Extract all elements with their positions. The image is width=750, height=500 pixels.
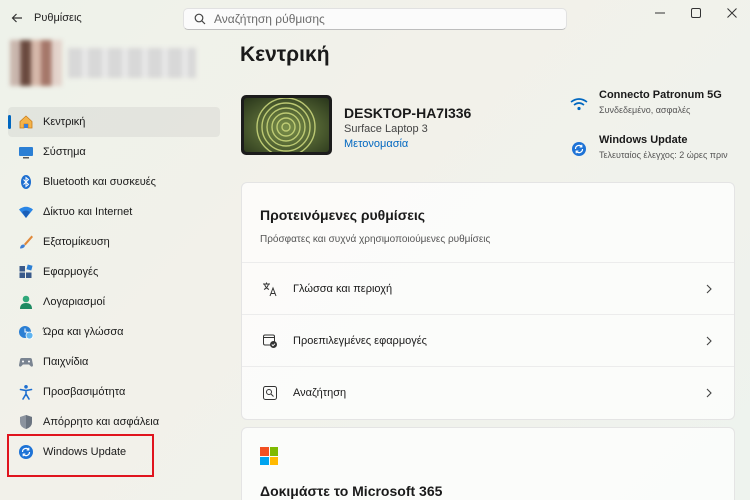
sidebar-item-label: Παιχνίδια — [43, 356, 89, 368]
rename-link[interactable]: Μετονομασία — [344, 138, 408, 150]
profile-info-blurred — [68, 48, 196, 78]
sidebar-item-home[interactable]: Κεντρική — [8, 107, 220, 137]
update-title: Windows Update — [599, 134, 688, 146]
user-profile[interactable] — [10, 40, 196, 86]
sidebar-item-label: Εξατομίκευση — [43, 236, 110, 248]
language-icon — [262, 281, 278, 297]
default-apps-row[interactable]: Προεπιλεγμένες εφαρμογές — [242, 315, 734, 367]
sidebar-item-label: Εφαρμογές — [43, 266, 99, 278]
network-icon — [17, 203, 35, 221]
minimize-icon — [655, 12, 665, 14]
sidebar-item-system[interactable]: Σύστημα — [8, 137, 220, 167]
search-box[interactable] — [183, 8, 567, 30]
title-bar: Ρυθμίσεις — [0, 0, 750, 36]
page-title: Κεντρική — [240, 43, 330, 66]
back-button[interactable] — [8, 9, 26, 27]
home-icon — [17, 113, 35, 131]
sidebar-item-accounts[interactable]: Λογαριασμοί — [8, 287, 220, 317]
row-label: Αναζήτηση — [293, 387, 347, 399]
device-model: Surface Laptop 3 — [344, 123, 428, 135]
close-icon — [727, 8, 737, 18]
sidebar-item-gaming[interactable]: Παιχνίδια — [8, 347, 220, 377]
system-icon — [17, 143, 35, 161]
card-title: Προτεινόμενες ρυθμίσεις — [260, 207, 426, 223]
sidebar-item-accessibility[interactable]: Προσβασιμότητα — [8, 377, 220, 407]
chevron-right-icon — [704, 334, 714, 348]
sidebar-item-bluetooth[interactable]: Bluetooth και συσκευές — [8, 167, 220, 197]
device-thumbnail — [241, 95, 332, 155]
sidebar-item-label: Bluetooth και συσκευές — [43, 176, 156, 188]
window-controls — [642, 0, 750, 26]
chevron-right-icon — [704, 282, 714, 296]
network-state: Συνδεδεμένο, ασφαλές — [599, 105, 691, 115]
avatar — [10, 40, 62, 86]
default-apps-icon — [262, 333, 278, 349]
sidebar-item-personalization[interactable]: Εξατομίκευση — [8, 227, 220, 257]
chevron-right-icon — [704, 386, 714, 400]
sidebar-item-label: Λογαριασμοί — [43, 296, 106, 308]
wifi-icon — [570, 95, 588, 113]
sidebar-item-privacy-security[interactable]: Απόρρητο και ασφάλεια — [8, 407, 220, 437]
search-icon — [194, 13, 206, 25]
sidebar-item-apps[interactable]: Εφαρμογές — [8, 257, 220, 287]
window-title: Ρυθμίσεις — [34, 12, 82, 24]
time-language-icon — [17, 323, 35, 341]
update-status[interactable]: Windows Update Τελευταίος έλεγχος: 2 ώρε… — [568, 134, 748, 166]
accounts-icon — [17, 293, 35, 311]
search-settings-row[interactable]: Αναζήτηση — [242, 367, 734, 419]
network-status[interactable]: Connecto Patronum 5G Συνδεδεμένο, ασφαλέ… — [568, 89, 748, 121]
sidebar-item-network[interactable]: Δίκτυο και Internet — [8, 197, 220, 227]
maximize-button[interactable] — [678, 0, 714, 26]
update-last-checked: Τελευταίος έλεγχος: 2 ώρες πριν — [599, 150, 728, 160]
minimize-button[interactable] — [642, 0, 678, 26]
sidebar-item-label: Δίκτυο και Internet — [43, 206, 133, 218]
microsoft-365-card[interactable]: Δοκιμάστε το Microsoft 365 — [241, 427, 735, 500]
card-title: Δοκιμάστε το Microsoft 365 — [260, 483, 443, 499]
sidebar-item-label: Ώρα και γλώσσα — [43, 326, 124, 338]
sidebar-item-time-language[interactable]: Ώρα και γλώσσα — [8, 317, 220, 347]
sidebar-item-label: Απόρρητο και ασφάλεια — [43, 416, 160, 428]
device-wallpaper — [244, 98, 329, 152]
search-input[interactable] — [214, 12, 544, 26]
highlight-annotation-box — [7, 434, 154, 477]
row-label: Προεπιλεγμένες εφαρμογές — [293, 334, 427, 347]
windows-update-icon — [570, 140, 588, 158]
search-settings-icon — [262, 385, 278, 401]
row-label: Γλώσσα και περιοχή — [293, 282, 393, 295]
card-subtitle: Πρόσφατες και συχνά χρησιμοποιούμενες ρυ… — [260, 234, 491, 245]
gaming-icon — [17, 353, 35, 371]
back-arrow-icon — [11, 13, 22, 23]
card-header: Προτεινόμενες ρυθμίσεις Πρόσφατες και συ… — [242, 183, 734, 263]
sidebar-item-label: Προσβασιμότητα — [43, 386, 126, 398]
close-button[interactable] — [714, 0, 750, 26]
sidebar-nav: Κεντρική Σύστημα Bluetooth και συσκευές … — [8, 107, 220, 467]
device-name: DESKTOP-HA7I336 — [344, 105, 472, 121]
maximize-icon — [691, 8, 701, 18]
microsoft-logo-icon — [260, 447, 278, 465]
brush-icon — [17, 233, 35, 251]
accessibility-icon — [17, 383, 35, 401]
shield-icon — [17, 413, 35, 431]
sidebar-item-label: Κεντρική — [43, 116, 86, 128]
apps-icon — [17, 263, 35, 281]
bluetooth-icon — [17, 173, 35, 191]
language-region-row[interactable]: Γλώσσα και περιοχή — [242, 263, 734, 315]
network-name: Connecto Patronum 5G — [599, 89, 722, 101]
recommended-settings-card: Προτεινόμενες ρυθμίσεις Πρόσφατες και συ… — [241, 182, 735, 420]
sidebar-item-label: Σύστημα — [43, 146, 86, 158]
